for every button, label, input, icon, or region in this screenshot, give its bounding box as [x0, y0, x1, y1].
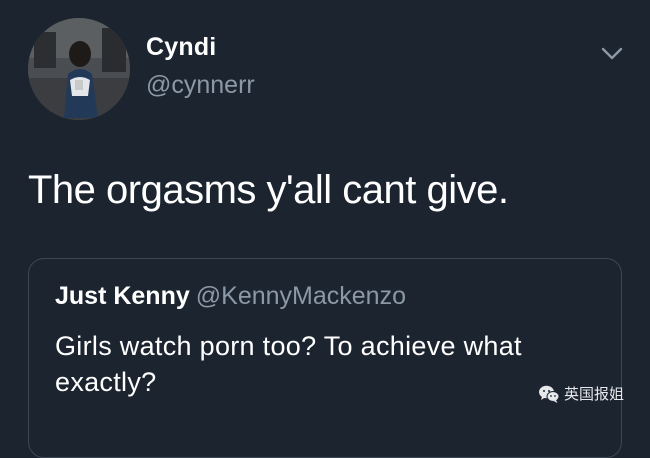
author-handle[interactable]: @cynnerr [146, 71, 255, 100]
quoted-tweet-header: Just Kenny @KennyMackenzo [55, 282, 406, 311]
watermark: 英国报姐 [538, 383, 624, 404]
chevron-down-icon[interactable] [598, 44, 626, 64]
avatar[interactable] [28, 18, 130, 120]
quoted-tweet-text: Girls watch porn too? To achieve what ex… [55, 331, 522, 397]
watermark-text: 英国报姐 [564, 385, 625, 403]
quoted-tweet-card[interactable]: Just Kenny @KennyMackenzo Girls watch por… [28, 258, 622, 458]
avatar-photo [28, 18, 130, 120]
quoted-author-name: Just Kenny [55, 282, 190, 310]
tweet-text: The orgasms y'all cant give. [28, 168, 509, 212]
tweet: Cyndi @cynnerr The orgasms y'all cant gi… [0, 0, 650, 458]
wechat-icon [539, 385, 560, 403]
author-name[interactable]: Cyndi [146, 33, 216, 62]
quoted-author-handle: @KennyMackenzo [195, 282, 406, 310]
